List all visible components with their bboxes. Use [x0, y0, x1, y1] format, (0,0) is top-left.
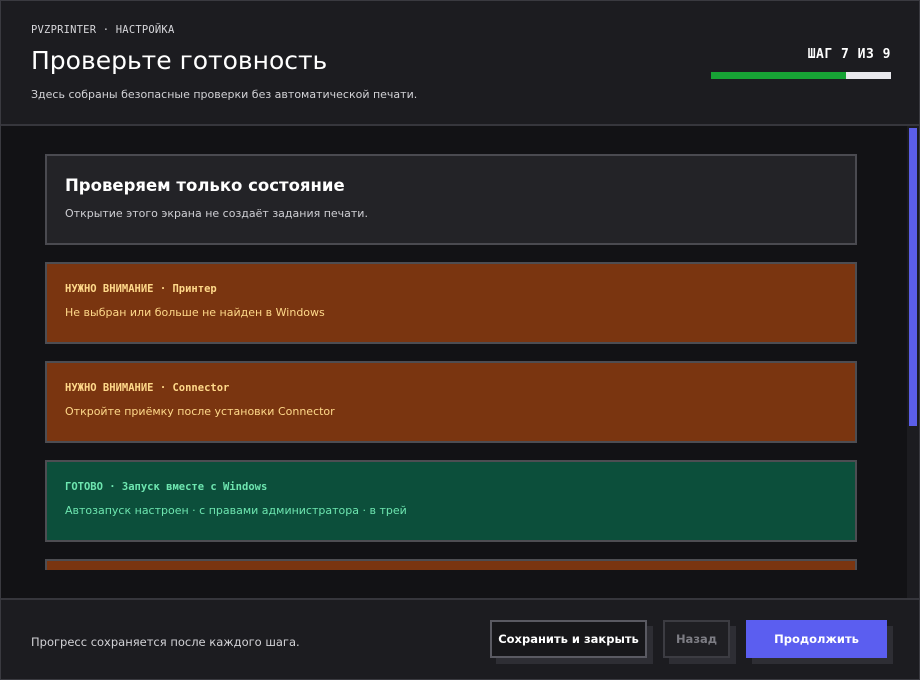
page-title: Проверьте готовность	[31, 46, 328, 75]
check-item-heading: ГОТОВО · Запуск вместе с Windows	[65, 481, 268, 493]
check-item-autostart: ГОТОВО · Запуск вместе с Windows Автозап…	[45, 460, 857, 542]
check-item-partial	[45, 559, 857, 570]
info-card-title: Проверяем только состояние	[65, 176, 345, 195]
check-item-description: Автозапуск настроен · с правами админист…	[65, 504, 407, 517]
check-item-printer: НУЖНО ВНИМАНИЕ · Принтер Не выбран или б…	[45, 262, 857, 344]
footer-note: Прогресс сохраняется после каждого шага.	[31, 635, 300, 649]
breadcrumb: PVZPRINTER · НАСТРОЙКА	[31, 24, 175, 36]
check-item-connector: НУЖНО ВНИМАНИЕ · Connector Откройте приё…	[45, 361, 857, 443]
check-item-description: Не выбран или больше не найден в Windows	[65, 306, 325, 319]
info-card: Проверяем только состояние Открытие этог…	[45, 154, 857, 245]
back-button[interactable]: Назад	[663, 620, 730, 658]
footer: Прогресс сохраняется после каждого шага.…	[1, 598, 919, 679]
step-indicator: ШАГ 7 ИЗ 9	[807, 47, 891, 62]
content-scrollbar[interactable]	[907, 126, 919, 599]
setup-window: PVZPRINTER · НАСТРОЙКА Проверьте готовно…	[0, 0, 920, 680]
checks-list: Проверяем только состояние Открытие этог…	[1, 126, 907, 570]
check-item-heading: НУЖНО ВНИМАНИЕ · Принтер	[65, 283, 217, 295]
scrollbar-thumb[interactable]	[909, 128, 917, 426]
page-subtitle: Здесь собраны безопасные проверки без ав…	[31, 88, 418, 101]
header: PVZPRINTER · НАСТРОЙКА Проверьте готовно…	[1, 1, 919, 126]
continue-button[interactable]: Продолжить	[746, 620, 887, 658]
progress-bar-fill	[711, 72, 846, 79]
save-and-close-button[interactable]: Сохранить и закрыть	[490, 620, 647, 658]
progress-bar	[711, 72, 891, 79]
check-item-description: Откройте приёмку после установки Connect…	[65, 405, 335, 418]
info-card-description: Открытие этого экрана не создаёт задания…	[65, 207, 368, 220]
check-item-heading: НУЖНО ВНИМАНИЕ · Connector	[65, 382, 230, 394]
